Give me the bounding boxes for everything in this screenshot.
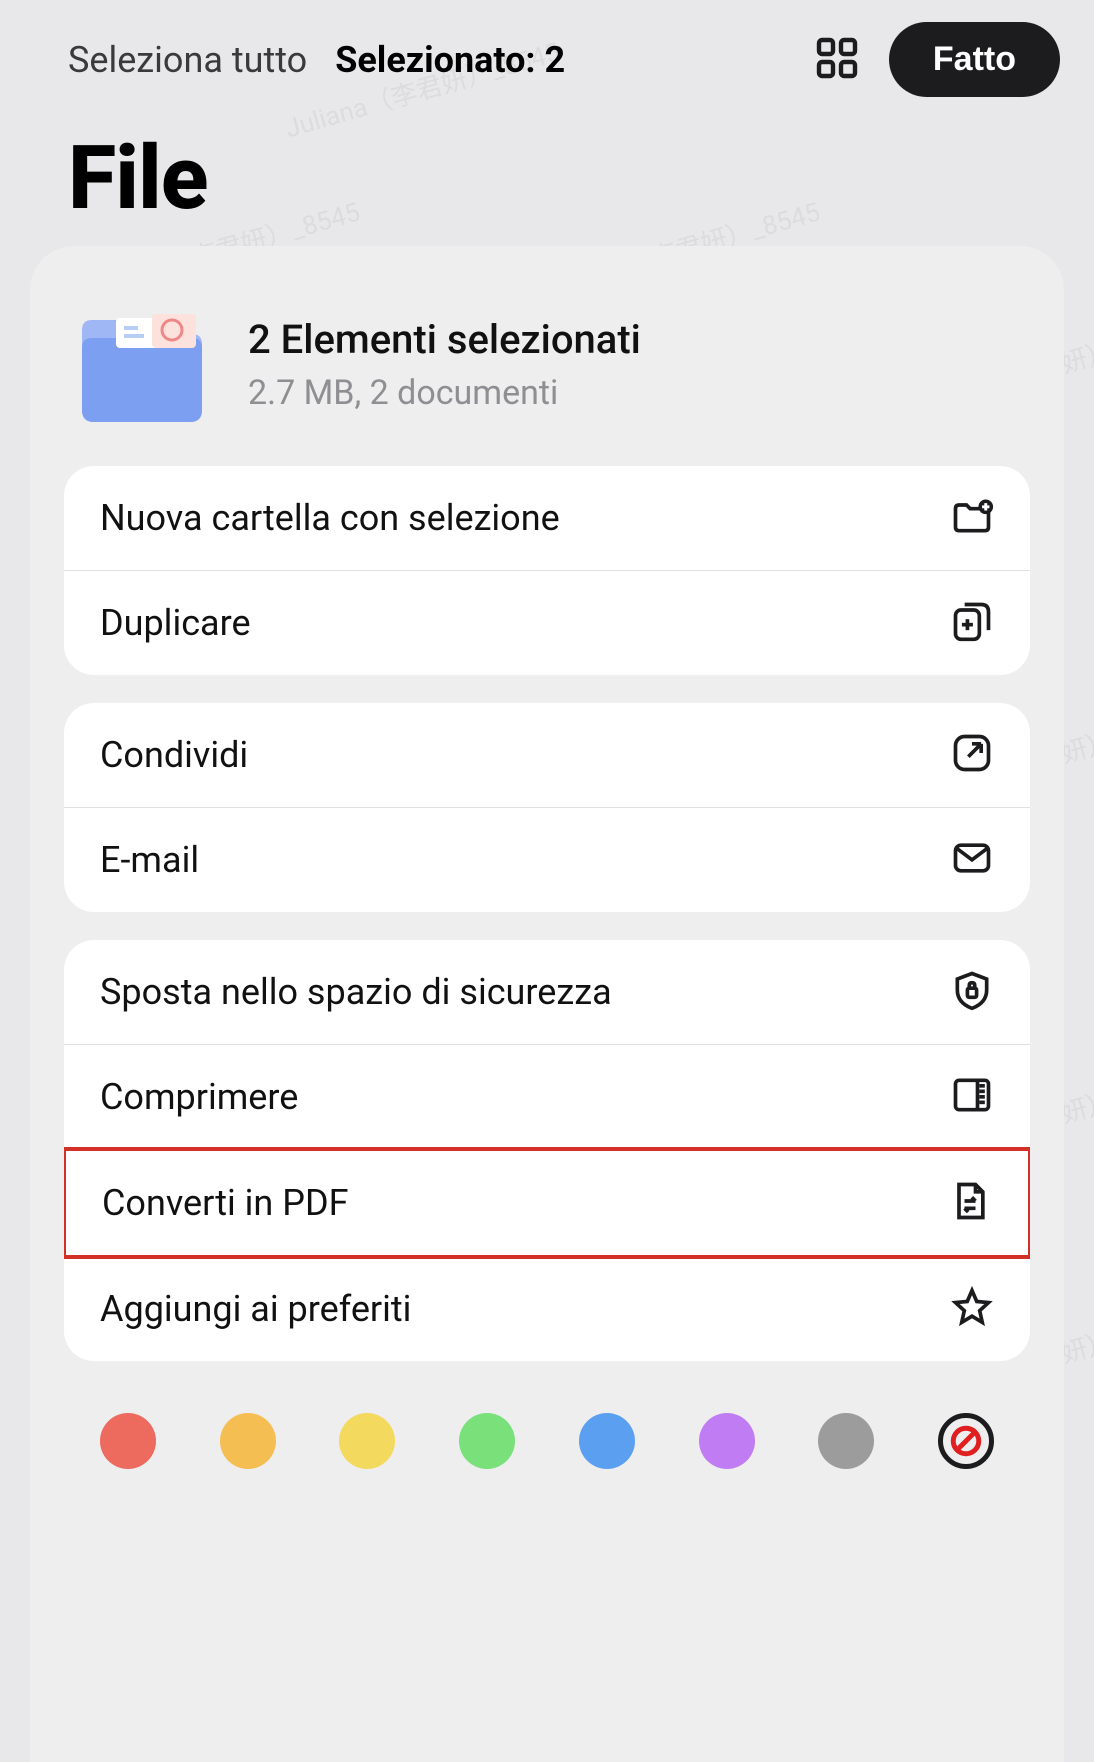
convert-pdf-highlight: Converti in PDF (64, 1147, 1030, 1259)
tag-dot-yellow[interactable] (339, 1413, 395, 1469)
row-label: Converti in PDF (102, 1182, 348, 1224)
summary-text: 2 Elementi selezionati 2.7 MB, 2 documen… (248, 316, 641, 413)
action-sheet: 2 Elementi selezionati 2.7 MB, 2 documen… (30, 246, 1064, 1762)
selection-count: Selezionato: 2 (335, 39, 785, 81)
archive-icon (950, 1073, 994, 1121)
add-to-favorites-row[interactable]: Aggiungi ai preferiti (64, 1257, 1030, 1361)
select-all-button[interactable]: Seleziona tutto (68, 39, 307, 81)
folder-plus-icon (950, 494, 994, 542)
row-label: Sposta nello spazio di sicurezza (100, 971, 612, 1013)
shield-lock-icon (950, 968, 994, 1016)
folder-icon (72, 300, 212, 428)
email-row[interactable]: E-mail (64, 807, 1030, 912)
share-row[interactable]: Condividi (64, 703, 1030, 807)
tag-dot-green[interactable] (459, 1413, 515, 1469)
tag-dot-red[interactable] (100, 1413, 156, 1469)
row-label: Duplicare (100, 602, 251, 644)
row-label: Nuova cartella con selezione (100, 497, 560, 539)
move-to-safe-row[interactable]: Sposta nello spazio di sicurezza (64, 940, 1030, 1044)
action-group-3: Sposta nello spazio di sicurezza Comprim… (64, 940, 1030, 1361)
row-label: Comprimere (100, 1076, 298, 1118)
selection-summary: 2 Elementi selezionati 2.7 MB, 2 documen… (64, 300, 1030, 466)
duplicate-icon (950, 599, 994, 647)
summary-title: 2 Elementi selezionati (248, 316, 641, 363)
duplicate-row[interactable]: Duplicare (64, 570, 1030, 675)
tag-dot-blue[interactable] (579, 1413, 635, 1469)
action-group-1: Nuova cartella con selezione Duplicare (64, 466, 1030, 675)
grid-view-icon[interactable] (813, 34, 861, 86)
new-folder-with-selection-row[interactable]: Nuova cartella con selezione (64, 466, 1030, 570)
tag-none-icon[interactable] (938, 1413, 994, 1469)
row-label: E-mail (100, 839, 199, 881)
tag-dot-gray[interactable] (818, 1413, 874, 1469)
share-icon (950, 731, 994, 779)
done-button[interactable]: Fatto (889, 22, 1060, 97)
topbar: Seleziona tutto Selezionato: 2 Fatto (0, 0, 1094, 97)
row-label: Condividi (100, 734, 248, 776)
action-group-2: Condividi E-mail (64, 703, 1030, 912)
tag-dot-purple[interactable] (699, 1413, 755, 1469)
page-title: File (0, 97, 1094, 260)
compress-row[interactable]: Comprimere (64, 1044, 1030, 1149)
convert-icon (948, 1179, 992, 1227)
summary-meta: 2.7 MB, 2 documenti (248, 373, 641, 413)
star-icon (950, 1285, 994, 1333)
tag-colors-row (64, 1389, 1030, 1469)
tag-dot-orange[interactable] (220, 1413, 276, 1469)
row-label: Aggiungi ai preferiti (100, 1288, 411, 1330)
convert-to-pdf-row[interactable]: Converti in PDF (66, 1151, 1028, 1255)
mail-icon (950, 836, 994, 884)
